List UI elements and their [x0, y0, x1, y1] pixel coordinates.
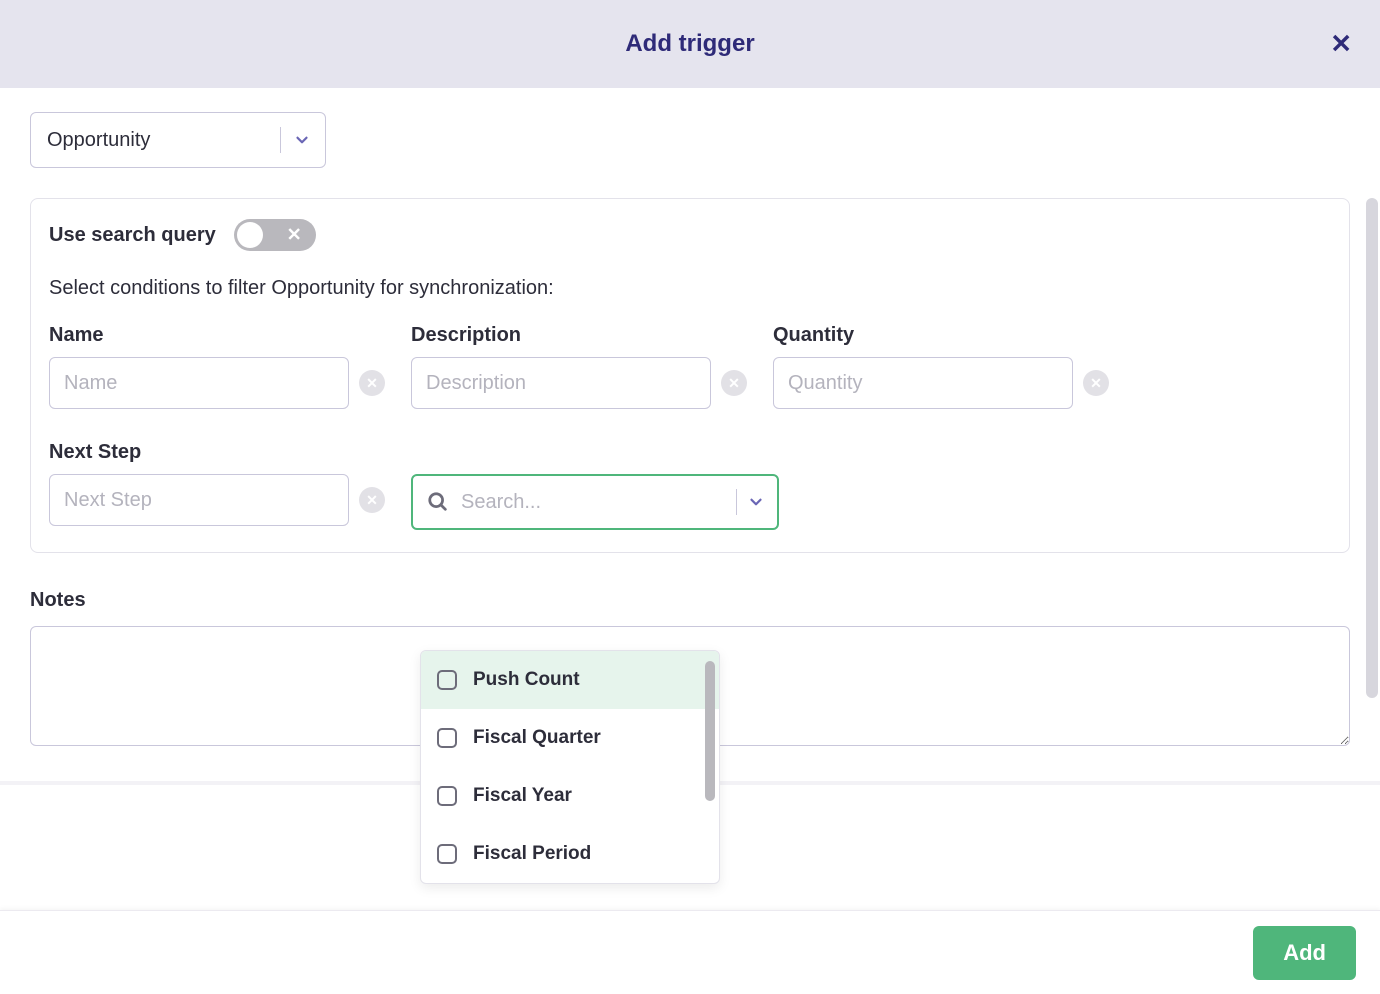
quantity-clear-button[interactable]: ✕ [1083, 370, 1109, 396]
checkbox[interactable] [437, 728, 457, 748]
next-step-label: Next Step [49, 441, 385, 464]
chevron-down-icon [747, 493, 765, 511]
toggle-off-icon: ✕ [287, 225, 302, 246]
dropdown-option-label: Fiscal Period [473, 843, 591, 865]
checkbox[interactable] [437, 844, 457, 864]
close-icon: ✕ [366, 375, 378, 392]
dropdown-option-fiscal-period[interactable]: Fiscal Period [421, 825, 719, 883]
description-input[interactable] [411, 357, 711, 409]
description-label: Description [411, 324, 747, 347]
search-query-toggle[interactable]: ✕ [234, 219, 316, 251]
description-clear-button[interactable]: ✕ [721, 370, 747, 396]
close-icon: ✕ [1090, 375, 1102, 392]
dropdown-option-label: Fiscal Quarter [473, 727, 601, 749]
modal-body: Opportunity Use search query ✕ Select co… [0, 88, 1380, 910]
close-icon: ✕ [1330, 29, 1352, 59]
modal-header: Add trigger ✕ [0, 0, 1380, 88]
next-step-input[interactable] [49, 474, 349, 526]
conditions-instruction: Select conditions to filter Opportunity … [49, 277, 1331, 300]
name-clear-button[interactable]: ✕ [359, 370, 385, 396]
dropdown-option-push-count[interactable]: Push Count [421, 651, 719, 709]
vertical-scrollbar[interactable] [1366, 198, 1378, 698]
name-label: Name [49, 324, 385, 347]
search-icon [427, 491, 449, 513]
add-button[interactable]: Add [1253, 926, 1356, 980]
notes-label: Notes [30, 589, 1350, 612]
entity-select-separator [280, 127, 281, 153]
dropdown-option-label: Fiscal Year [473, 785, 572, 807]
toggle-knob [237, 222, 263, 248]
next-step-clear-button[interactable]: ✕ [359, 487, 385, 513]
dropdown-scrollbar[interactable] [705, 661, 715, 801]
close-button[interactable]: ✕ [1330, 29, 1352, 60]
quantity-input[interactable] [773, 357, 1073, 409]
name-input[interactable] [49, 357, 349, 409]
quantity-label: Quantity [773, 324, 1109, 347]
conditions-panel: Use search query ✕ Select conditions to … [30, 198, 1350, 553]
field-search-input[interactable] [461, 491, 726, 514]
field-search-dropdown: Push Count Fiscal Quarter Fiscal Year Fi… [420, 650, 720, 884]
search-query-toggle-label: Use search query [49, 224, 216, 247]
entity-select[interactable]: Opportunity [30, 112, 326, 168]
modal-footer: Add [0, 910, 1380, 994]
close-icon: ✕ [366, 492, 378, 509]
field-search-separator [736, 489, 737, 515]
checkbox[interactable] [437, 670, 457, 690]
entity-select-value: Opportunity [47, 129, 150, 152]
chevron-down-icon [293, 131, 311, 149]
dropdown-option-fiscal-year[interactable]: Fiscal Year [421, 767, 719, 825]
close-icon: ✕ [728, 375, 740, 392]
dropdown-option-fiscal-quarter[interactable]: Fiscal Quarter [421, 709, 719, 767]
dropdown-option-label: Push Count [473, 669, 580, 691]
field-search-select[interactable] [411, 474, 779, 530]
checkbox[interactable] [437, 786, 457, 806]
modal-title: Add trigger [625, 30, 754, 58]
